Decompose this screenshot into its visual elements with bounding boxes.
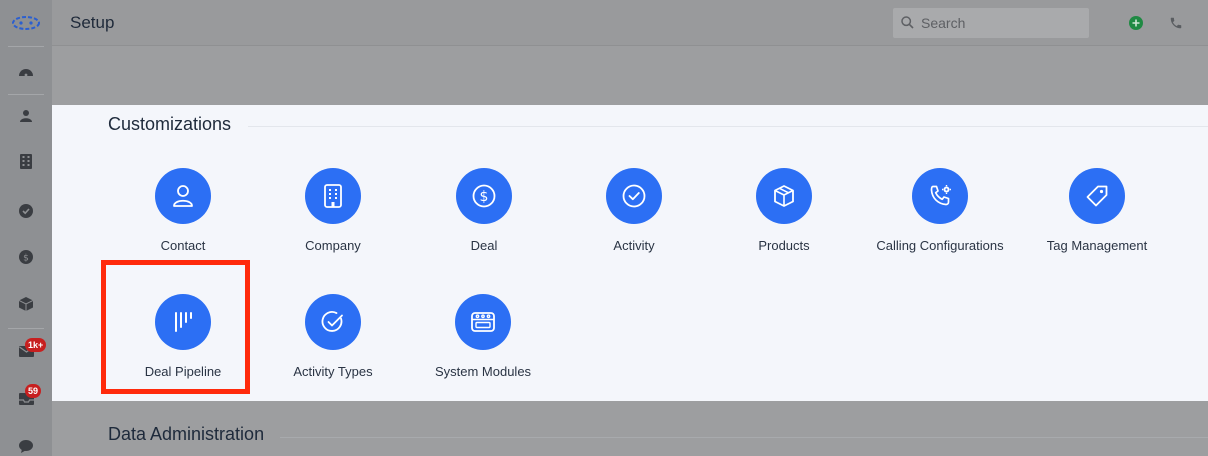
contact-icon [155, 168, 211, 224]
activity-icon [606, 168, 662, 224]
search-input[interactable] [921, 13, 1081, 33]
tile-label: Contact [160, 238, 206, 253]
customizations-title: Customizations [108, 114, 232, 134]
calling-config-icon [912, 168, 968, 224]
companies-icon[interactable] [0, 146, 52, 176]
phone-button[interactable] [1167, 14, 1185, 32]
plus-icon [1132, 19, 1140, 27]
tile-activity-types[interactable]: Activity Types [253, 294, 413, 404]
tile-label: Activity Types [293, 364, 373, 379]
products-icon[interactable] [0, 289, 52, 319]
tile-system-modules[interactable]: System Modules [403, 294, 563, 404]
tile-label: Deal [470, 238, 498, 253]
tile-label: Tag Management [1046, 238, 1148, 253]
deals-icon[interactable]: $ [0, 242, 52, 272]
tile-label: Company [305, 238, 361, 253]
left-nav-rail: $ 1k+ 59 [0, 0, 52, 456]
search-box[interactable] [893, 8, 1089, 38]
tile-label: Activity [613, 238, 655, 253]
search-icon [901, 16, 914, 34]
tile-company[interactable]: Company [253, 168, 413, 278]
tile-calling-configurations[interactable]: Calling Configurations [860, 168, 1020, 278]
tile-label: Calling Configurations [876, 238, 1004, 253]
tile-deal[interactable]: $ Deal [404, 168, 564, 278]
tile-label: Products [758, 238, 810, 253]
svg-text:$: $ [23, 254, 29, 264]
modules-icon [455, 294, 511, 350]
tag-icon [1069, 168, 1125, 224]
products-icon [756, 168, 812, 224]
contacts-icon[interactable] [0, 101, 52, 131]
data-administration-title: Data Administration [108, 424, 265, 444]
highlight-box [101, 260, 250, 394]
chat-icon[interactable] [0, 431, 52, 456]
section-divider [280, 437, 1208, 438]
tile-activity[interactable]: Activity [554, 168, 714, 278]
inbox-badge: 59 [25, 384, 42, 398]
dashboard-icon[interactable] [0, 56, 52, 86]
page-title: Setup [70, 13, 115, 32]
deal-icon: $ [456, 168, 512, 224]
email-badge: 1k+ [25, 338, 47, 352]
activity-types-icon [305, 294, 361, 350]
tile-label: System Modules [434, 364, 532, 379]
section-divider [248, 126, 1208, 127]
company-icon [305, 168, 361, 224]
top-bar: Setup [52, 0, 1208, 46]
tasks-icon[interactable] [0, 196, 52, 226]
logo-icon[interactable] [0, 8, 52, 38]
svg-text:$: $ [480, 189, 489, 205]
phone-icon [1170, 17, 1182, 29]
add-button[interactable] [1129, 16, 1143, 30]
tile-tag-management[interactable]: Tag Management [1017, 168, 1177, 278]
tile-products[interactable]: Products [704, 168, 864, 278]
